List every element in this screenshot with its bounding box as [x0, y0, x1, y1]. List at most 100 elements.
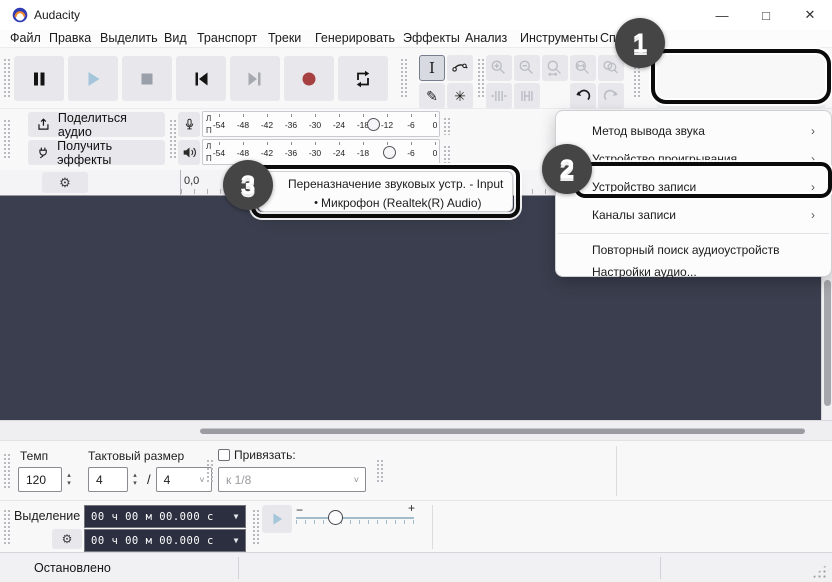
snap-checkbox[interactable] — [218, 449, 230, 461]
note-value: 4 — [163, 472, 171, 487]
fit-project-button[interactable] — [570, 55, 596, 81]
tempo-label: Темп — [20, 449, 49, 463]
menu-select[interactable]: Выделить — [100, 31, 158, 45]
redo-button[interactable] — [598, 83, 624, 109]
skip-to-start-button[interactable] — [176, 56, 226, 101]
menu-generate[interactable]: Генерировать — [315, 31, 395, 45]
get-effects-button[interactable]: Получить эффекты — [28, 139, 165, 167]
window-title: Audacity — [34, 8, 81, 22]
play-at-speed-button[interactable] — [262, 505, 292, 533]
speed-minus-label: − — [296, 503, 304, 517]
menu-item-recording-channels[interactable]: Каналы записи › — [556, 201, 831, 229]
play-button[interactable] — [68, 56, 118, 101]
toolbar-grip[interactable] — [169, 119, 176, 159]
tempo-value: 120 — [26, 472, 47, 487]
playback-speed-slider[interactable] — [296, 517, 414, 519]
beats-input[interactable]: 4 — [88, 467, 128, 492]
selection-start-field[interactable]: 00 ч 00 м 00.000 с ▼ — [84, 505, 246, 528]
close-button[interactable]: ✕ — [788, 0, 832, 30]
meter-scale-label: -6 — [407, 148, 415, 158]
playback-volume-slider[interactable] — [383, 146, 396, 159]
toolbar-grip[interactable] — [443, 117, 450, 135]
recording-meter[interactable]: Л П -54 -48 -42 -36 -30 -24 -18 -12 -6 0 — [202, 111, 440, 137]
chevron-right-icon: › — [811, 208, 815, 222]
speed-slider-handle[interactable] — [328, 510, 343, 525]
toolbar-grip[interactable] — [252, 509, 259, 545]
maximize-icon: □ — [762, 7, 770, 23]
toolbar-grip[interactable] — [3, 453, 10, 489]
toolbar-grip[interactable] — [400, 58, 407, 98]
snap-value: к 1/8 — [226, 472, 252, 487]
beats-spin-buttons[interactable]: ▴ ▾ — [128, 472, 142, 487]
undo-button[interactable] — [570, 83, 596, 109]
audacity-logo-icon — [12, 7, 28, 23]
note-value-select[interactable]: 4 ˅ — [155, 467, 212, 492]
menu-item-audio-settings[interactable]: Настройки аудио... — [556, 261, 831, 283]
selection-end-field[interactable]: 00 ч 00 м 00.000 с ▼ — [84, 529, 246, 552]
menu-item-host[interactable]: Метод вывода звука › — [556, 117, 831, 145]
loop-button[interactable] — [338, 56, 388, 101]
selection-tool-icon: I — [429, 59, 435, 77]
silence-audio-button[interactable] — [514, 83, 540, 109]
selection-toolbar: Выделение ⚙ 00 ч 00 м 00.000 с ▼ 00 ч 00… — [0, 500, 832, 552]
selection-start-value: 00 ч 00 м 00.000 с — [91, 510, 214, 523]
menu-item-rescan-devices[interactable]: Повторный поиск аудиоустройств — [556, 239, 831, 261]
menu-analyze[interactable]: Анализ — [465, 31, 507, 45]
menu-tracks[interactable]: Треки — [268, 31, 301, 45]
toolbar-grip[interactable] — [3, 58, 10, 98]
menu-bar: Файл Правка Выделить Вид Транспорт Треки… — [0, 30, 832, 48]
zoom-to-selection-icon — [547, 60, 561, 77]
redo-icon — [603, 89, 618, 101]
selection-tool-button[interactable]: I — [419, 55, 445, 81]
audacity-window: Audacity — □ ✕ Файл Правка Выделить Вид … — [0, 0, 832, 582]
annotation-badge-2: 2 — [542, 144, 592, 194]
pause-button[interactable] — [14, 56, 64, 101]
tempo-spinner: 120 ▴ ▾ — [18, 467, 76, 492]
selection-options-button[interactable]: ⚙ — [52, 529, 82, 549]
timeline-options-button[interactable]: ⚙ — [42, 172, 88, 193]
menu-transport[interactable]: Транспорт — [197, 31, 257, 45]
meter-scale-label: -54 — [212, 120, 226, 130]
minimize-button[interactable]: — — [700, 0, 744, 30]
stop-button[interactable] — [122, 56, 172, 101]
toolbar-grip[interactable] — [3, 119, 10, 159]
toolbar-grip[interactable] — [3, 509, 10, 545]
menu-edit[interactable]: Правка — [49, 31, 91, 45]
close-icon: ✕ — [804, 7, 816, 22]
record-icon — [302, 72, 316, 85]
zoom-in-button[interactable] — [486, 55, 512, 81]
menu-item-label: Повторный поиск аудиоустройств — [592, 243, 780, 257]
horizontal-scrollbar[interactable] — [0, 420, 832, 440]
trim-audio-button[interactable] — [486, 83, 512, 109]
menu-effects[interactable]: Эффекты — [403, 31, 460, 45]
playback-meter-speaker-button[interactable] — [178, 140, 200, 165]
snap-to-select[interactable]: к 1/8 ˅ — [218, 467, 366, 492]
maximize-button[interactable]: □ — [744, 0, 788, 30]
meter-scale-label: -6 — [407, 120, 415, 130]
menu-tools[interactable]: Инструменты — [520, 31, 598, 45]
toolbar-grip[interactable] — [206, 459, 213, 483]
zoom-out-button[interactable] — [514, 55, 540, 81]
zoom-to-selection-button[interactable] — [542, 55, 568, 81]
share-audio-button[interactable]: Поделиться аудио — [28, 111, 165, 139]
draw-tool-button[interactable]: ✎ — [419, 83, 445, 109]
recording-gain-slider[interactable] — [367, 118, 380, 131]
menu-file[interactable]: Файл — [10, 31, 41, 45]
multi-tool-button[interactable]: ✳ — [447, 83, 473, 109]
toolbar-divider — [616, 446, 617, 496]
annotation-badge-1: 1 — [615, 18, 665, 68]
toolbar-grip[interactable] — [477, 58, 484, 98]
toolbar-grip[interactable] — [443, 145, 450, 163]
toolbar-grip[interactable] — [376, 459, 383, 483]
envelope-tool-button[interactable] — [447, 55, 473, 81]
tempo-spin-buttons[interactable]: ▴ ▾ — [62, 472, 76, 487]
horizontal-scrollbar-thumb[interactable] — [200, 428, 805, 434]
menu-view[interactable]: Вид — [164, 31, 187, 45]
tempo-input[interactable]: 120 — [18, 467, 62, 492]
meter-scale-label: -30 — [308, 148, 322, 158]
record-button[interactable] — [284, 56, 334, 101]
skip-to-end-button[interactable] — [230, 56, 280, 101]
vertical-scrollbar-thumb[interactable] — [824, 280, 831, 406]
record-meter-mic-button[interactable] — [178, 112, 200, 137]
dropdown-arrow-icon: ▼ — [233, 536, 239, 545]
